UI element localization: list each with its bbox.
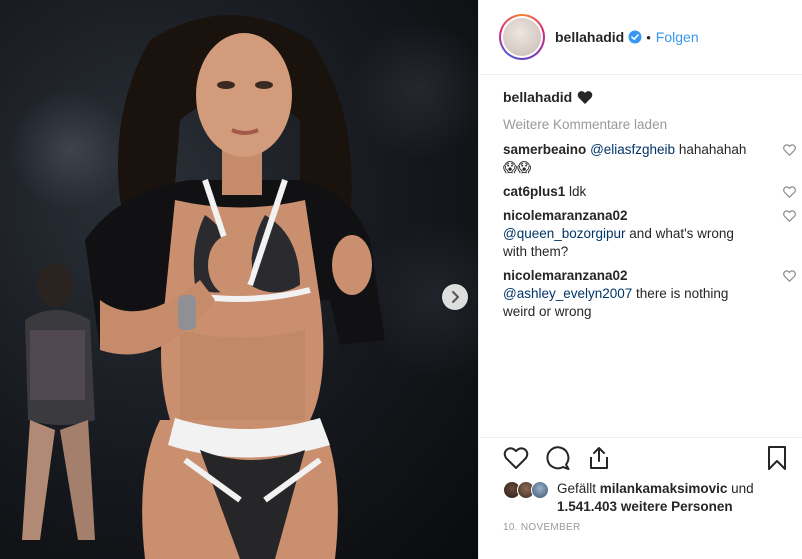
comment-username[interactable]: samerbeaino bbox=[503, 142, 586, 157]
verified-badge-icon bbox=[628, 30, 642, 44]
story-ring[interactable] bbox=[499, 14, 545, 60]
avatar bbox=[531, 481, 549, 499]
likes-text: Gefällt milankamaksimovic und 1.541.403 … bbox=[551, 480, 754, 516]
comment-like-icon[interactable] bbox=[783, 185, 796, 203]
avatar[interactable] bbox=[503, 18, 541, 56]
comment-like-icon[interactable] bbox=[783, 269, 796, 287]
post-date[interactable]: 10. NOVEMBER bbox=[503, 522, 581, 533]
liker-username[interactable]: milankamaksimovic bbox=[600, 481, 728, 496]
comment-username[interactable]: nicolemaranzana02 bbox=[503, 208, 628, 223]
post-side-panel: bellahadid • Folgen bellahadid Weitere K… bbox=[478, 0, 802, 559]
header-username[interactable]: bellahadid bbox=[555, 29, 624, 45]
likes-prefix: Gefällt bbox=[557, 481, 600, 496]
bookmark-icon[interactable] bbox=[766, 445, 788, 471]
next-photo-button[interactable] bbox=[442, 284, 468, 310]
likes-summary: Gefällt milankamaksimovic und 1.541.403 … bbox=[503, 480, 793, 516]
instagram-post: bellahadid • Folgen bellahadid Weitere K… bbox=[0, 0, 802, 559]
runway-model-illustration bbox=[22, 15, 385, 559]
comment-like-icon[interactable] bbox=[783, 209, 796, 227]
load-more-comments-button[interactable]: Weitere Kommentare laden bbox=[503, 117, 780, 132]
follow-button[interactable]: Folgen bbox=[656, 29, 699, 45]
avatar-border bbox=[501, 16, 543, 58]
likes-middle: und bbox=[727, 481, 754, 496]
likes-suffix[interactable]: weitere Personen bbox=[617, 499, 733, 514]
post-photo[interactable] bbox=[0, 0, 478, 559]
liker-avatars[interactable] bbox=[503, 481, 549, 499]
heart-outline-icon[interactable] bbox=[503, 446, 529, 470]
caption-username[interactable]: bellahadid bbox=[503, 89, 572, 105]
comment-icon[interactable] bbox=[545, 445, 571, 471]
action-bar bbox=[479, 437, 802, 477]
post-header: bellahadid • Folgen bbox=[479, 0, 802, 75]
comment: nicolemaranzana02 @ashley_evelyn2007 the… bbox=[503, 267, 796, 321]
comment-mention[interactable]: @ashley_evelyn2007 bbox=[503, 286, 632, 301]
comment-mention[interactable]: @queen_bozorgipur bbox=[503, 226, 626, 241]
comment-username[interactable]: nicolemaranzana02 bbox=[503, 268, 628, 283]
share-icon[interactable] bbox=[587, 445, 611, 471]
comment-username[interactable]: cat6plus1 bbox=[503, 184, 565, 199]
comment: nicolemaranzana02 @queen_bozorgipur and … bbox=[503, 207, 796, 261]
comment-mention[interactable]: @eliasfzgheib bbox=[590, 142, 675, 157]
comment-like-icon[interactable] bbox=[783, 143, 796, 161]
chevron-right-icon bbox=[452, 291, 459, 303]
separator-dot: • bbox=[646, 29, 651, 45]
comment: samerbeaino @eliasfzgheib hahahahah😱😱 bbox=[503, 141, 796, 177]
comment-text: ldk bbox=[569, 184, 587, 199]
comment: cat6plus1 ldk bbox=[503, 183, 796, 201]
caption: bellahadid bbox=[503, 89, 780, 105]
likes-count[interactable]: 1.541.403 bbox=[557, 499, 617, 514]
black-heart-icon bbox=[577, 90, 593, 105]
